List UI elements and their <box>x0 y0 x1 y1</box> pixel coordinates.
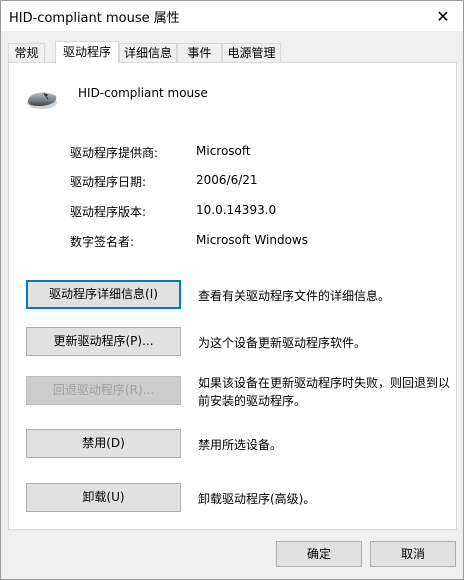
tab-general[interactable]: 常规 <box>8 43 45 63</box>
mouse-icon <box>25 89 59 111</box>
driver-details-button[interactable]: 驱动程序详细信息(I) <box>26 280 181 309</box>
title-bar: HID-compliant mouse 属性 ✕ <box>1 1 463 31</box>
driver-version-label: 驱动程序版本: <box>70 205 147 219</box>
tab-driver[interactable]: 驱动程序 <box>55 41 119 64</box>
disable-device-description: 禁用所选设备。 <box>198 438 283 452</box>
driver-provider-value: Microsoft <box>196 144 251 158</box>
tab-strip: 常规 驱动程序 详细信息 事件 电源管理 <box>8 41 456 64</box>
driver-version-value: 10.0.14393.0 <box>196 203 277 217</box>
tab-power-management[interactable]: 电源管理 <box>222 43 281 63</box>
driver-details-description: 查看有关驱动程序文件的详细信息。 <box>198 289 391 303</box>
close-icon: ✕ <box>436 6 450 26</box>
driver-tab-panel: HID-compliant mouse 驱动程序提供商: Microsoft 驱… <box>8 62 457 530</box>
tab-events[interactable]: 事件 <box>177 43 222 63</box>
roll-back-driver-description: 如果该设备在更新驱动程序时失败，则回退到以前安装的驱动程序。 <box>198 376 451 408</box>
driver-date-label: 驱动程序日期: <box>70 175 147 189</box>
uninstall-device-description: 卸载驱动程序(高级)。 <box>198 492 316 506</box>
device-name: HID-compliant mouse <box>78 86 208 100</box>
window-title: HID-compliant mouse 属性 <box>9 11 180 26</box>
driver-date-value: 2006/6/21 <box>196 173 258 187</box>
uninstall-device-button[interactable]: 卸载(U) <box>26 483 181 512</box>
digital-signer-label: 数字签名者: <box>70 235 135 249</box>
roll-back-driver-button[interactable]: 回退驱动程序(R)... <box>26 376 181 405</box>
ok-button[interactable]: 确定 <box>276 541 362 567</box>
close-button[interactable]: ✕ <box>423 1 463 31</box>
tab-details[interactable]: 详细信息 <box>119 43 177 63</box>
cancel-button[interactable]: 取消 <box>370 541 456 567</box>
driver-provider-label: 驱动程序提供商: <box>70 146 159 160</box>
disable-device-button[interactable]: 禁用(D) <box>26 429 181 458</box>
properties-dialog: HID-compliant mouse 属性 ✕ 常规 驱动程序 详细信息 事件… <box>0 0 464 580</box>
update-driver-description: 为这个设备更新驱动程序软件。 <box>198 336 367 350</box>
digital-signer-value: Microsoft Windows <box>196 233 308 247</box>
update-driver-button[interactable]: 更新驱动程序(P)... <box>26 327 181 356</box>
